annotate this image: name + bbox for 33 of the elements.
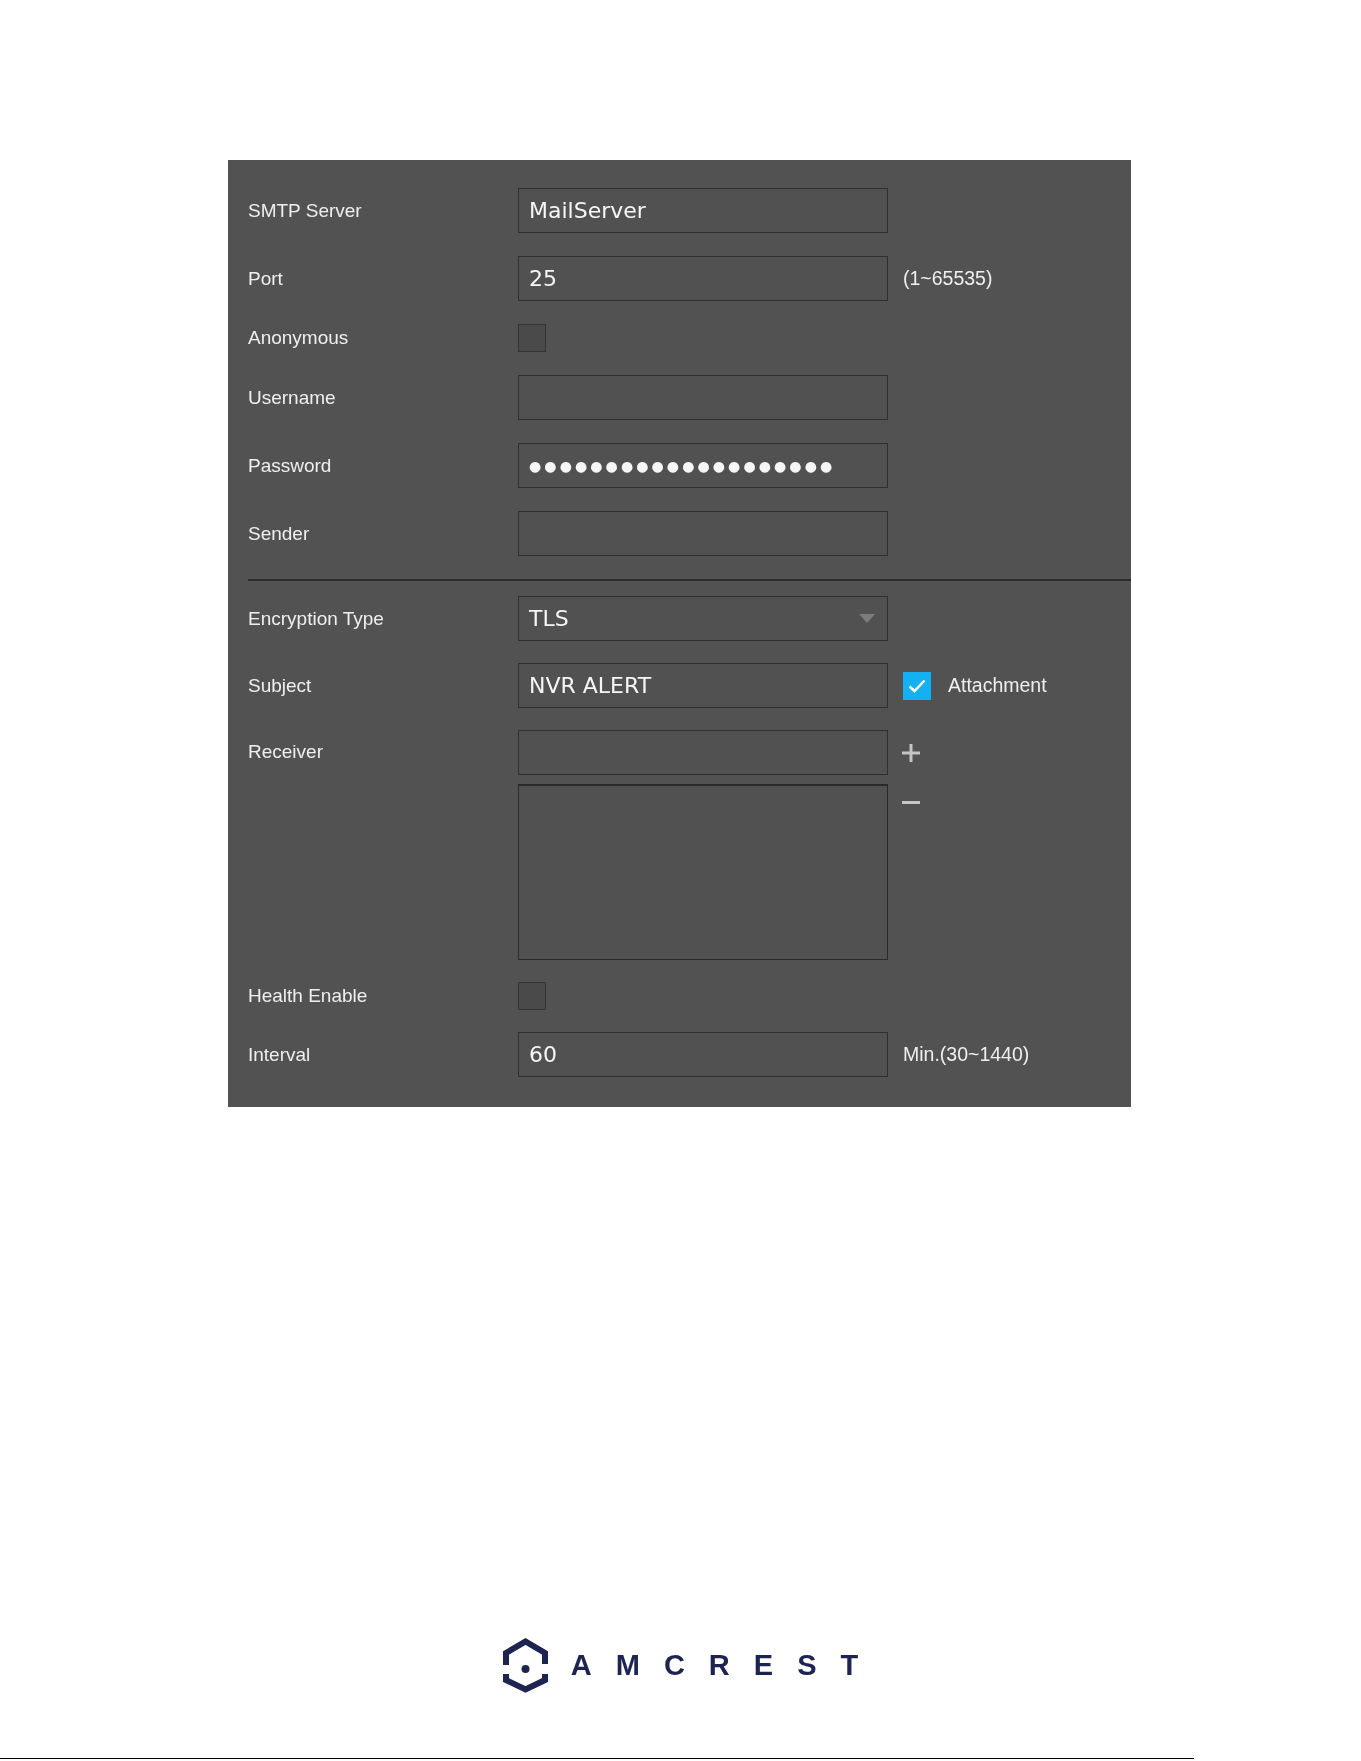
text-field[interactable]: 25 <box>518 256 888 301</box>
password-field[interactable]: ●●●●●●●●●●●●●●●●●●●● <box>518 443 888 488</box>
field-label: Username <box>248 386 336 409</box>
plus-icon[interactable] <box>902 743 920 762</box>
field-label: Sender <box>248 522 310 545</box>
field-label: Anonymous <box>248 327 349 349</box>
field-label: Interval <box>248 1043 311 1066</box>
text-field[interactable] <box>518 511 888 556</box>
checkbox-label: Attachment <box>948 674 1047 697</box>
text-field[interactable] <box>518 375 888 420</box>
dropdown[interactable]: TLS <box>518 596 888 641</box>
field-label: Encryption Type <box>248 607 384 630</box>
field-label: Password <box>248 454 332 477</box>
range-hint: (1~65535) <box>903 267 993 290</box>
field-label: SMTP Server <box>248 199 362 222</box>
checkbox[interactable] <box>903 671 931 700</box>
hexagon-logo-icon <box>502 1638 548 1693</box>
checkbox[interactable] <box>518 982 546 1010</box>
logo-wordmark: AMCREST <box>570 1649 883 1682</box>
field-label: Health Enable <box>248 985 368 1007</box>
checkbox[interactable] <box>518 324 546 352</box>
field-label: Port <box>248 267 283 290</box>
text-field[interactable]: MailServer <box>518 188 888 233</box>
text-field[interactable]: NVR ALERT <box>518 663 888 708</box>
text-field[interactable] <box>518 730 888 775</box>
text-field[interactable]: 60 <box>518 1032 888 1077</box>
caret-icon <box>859 614 875 623</box>
field-label: Subject <box>248 674 312 697</box>
minus-icon[interactable] <box>902 801 920 804</box>
range-hint: Min.(30~1440) <box>903 1043 1030 1066</box>
field-label: Receiver <box>248 741 323 763</box>
checkmark-icon <box>908 678 926 693</box>
list-box[interactable] <box>518 784 888 960</box>
